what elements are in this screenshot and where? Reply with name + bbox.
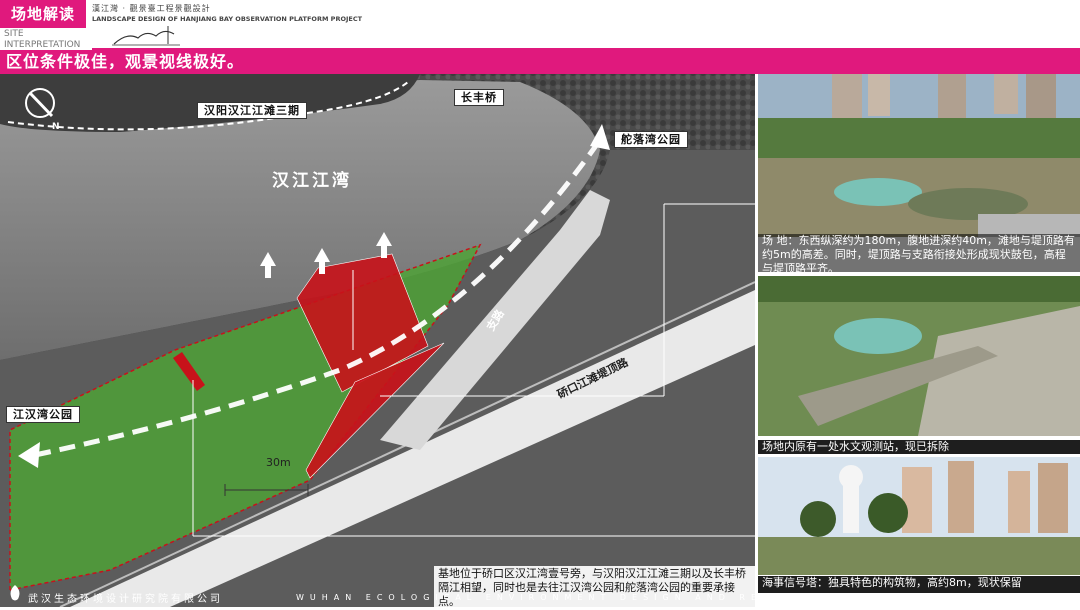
section-badge-subtitle: SITE INTERPRETATION	[4, 29, 81, 50]
company-name-cn: 武汉生态环境设计研究院有限公司	[28, 594, 223, 605]
skyline-sketch-icon	[112, 26, 180, 46]
label-hanyang-beach: 汉阳汉江江滩三期	[197, 102, 307, 119]
page-title: 区位条件极佳，观景视线极好。	[6, 52, 245, 71]
section-badge: 场地解读	[0, 0, 86, 28]
site-photo-aerial	[758, 74, 1080, 237]
project-title-en: LANDSCAPE DESIGN OF HANJIANG BAY OBSERVA…	[92, 15, 363, 23]
project-title-cn: 漢江灣 · 觀景臺工程景觀設計	[92, 4, 211, 13]
site-photo-signal-tower	[758, 457, 1080, 575]
company-logo-icon	[10, 585, 20, 601]
photo-caption-hydrology: 场地内原有一处水文观测站，现已拆除	[758, 440, 1080, 454]
site-description-note: 基地位于硚口区汉江湾壹号旁，与汉阳汉江江滩三期以及长丰桥隔江相望，同时也是去往江…	[434, 566, 758, 610]
page-header: 场地解读 SITE INTERPRETATION 漢江灣 · 觀景臺工程景觀設計…	[0, 0, 1080, 50]
site-photo-hydrology	[758, 276, 1080, 436]
label-dimension-30m: 30m	[266, 456, 291, 469]
photo-caption-site: 场 地：东西纵深约为180m，腹地进深约40m，滩地与堤顶路有约5m的高差。同时…	[758, 234, 1080, 275]
aerial-photo-illustration	[0, 74, 755, 607]
aerial-site-map: 汉阳汉江江滩三期 长丰桥 舵落湾公园 汉江江湾 江汉湾公园 支路 硚口江滩堤顶路…	[0, 74, 755, 607]
title-bar: 区位条件极佳，观景视线极好。	[0, 50, 1080, 74]
label-changfeng-bridge: 长丰桥	[454, 89, 504, 106]
label-hanjiangwan-park: 江汉湾公园	[6, 406, 80, 423]
photo-caption-signal-tower: 海事信号塔：独具特色的构筑物，高约8m，现状保留	[758, 576, 1080, 593]
label-tuoluowan-park: 舵落湾公园	[614, 131, 688, 148]
compass-n-label: N	[52, 122, 60, 132]
label-hanjiang-bay: 汉江江湾	[272, 171, 352, 191]
company-name-en: WUHAN ECOLOGICAL ENVIRONMENT DESIGN AND …	[296, 593, 1025, 602]
